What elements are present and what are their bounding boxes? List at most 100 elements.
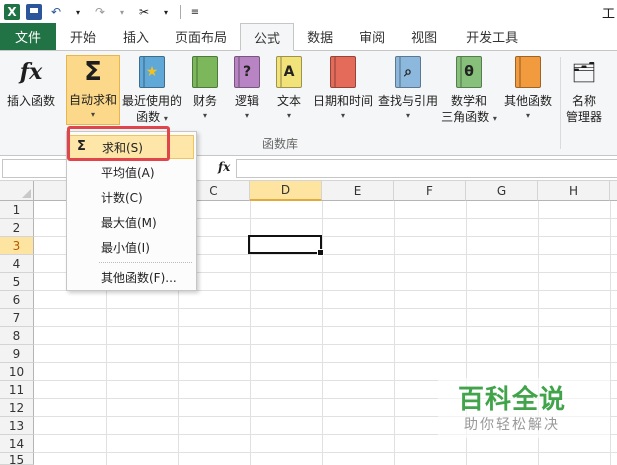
row-header[interactable]: 8 — [0, 327, 34, 345]
text-book-icon: A — [276, 56, 302, 88]
tab-home[interactable]: 开始 — [56, 23, 110, 50]
menu-item-min[interactable]: 最小值(I) — [69, 235, 194, 259]
undo-icon[interactable]: ↶ — [48, 4, 64, 20]
row-header[interactable]: 2 — [0, 219, 34, 237]
tab-insert[interactable]: 插入 — [110, 23, 162, 50]
chevron-down-icon: ▾ — [492, 114, 497, 123]
autosum-button[interactable]: Σ 自动求和 ▾ — [66, 55, 120, 125]
watermark-title: 百科全说 — [458, 385, 567, 415]
menu-divider — [99, 262, 192, 263]
active-cell-d3[interactable] — [248, 235, 324, 256]
lookup-book-icon: ⌕ — [395, 56, 421, 88]
recently-used-label: 最近使用的 — [121, 94, 182, 108]
group-divider — [560, 57, 561, 149]
row-header[interactable]: 7 — [0, 309, 34, 327]
tab-page-layout[interactable]: 页面布局 — [162, 23, 240, 50]
grid-line — [610, 201, 611, 465]
text-label: 文本 — [276, 94, 301, 108]
chevron-down-icon: ▾ — [340, 111, 345, 120]
row-header[interactable]: 1 — [0, 201, 34, 219]
column-header-g[interactable]: G — [466, 181, 538, 201]
financial-label: 财务 — [192, 94, 217, 108]
undo-dropdown-icon[interactable]: ▾ — [70, 4, 86, 20]
more-functions-button[interactable]: 其他函数 ▾ — [501, 55, 555, 123]
math-trig-button[interactable]: θ 数学和 三角函数 ▾ — [441, 55, 497, 126]
row-header[interactable]: 5 — [0, 273, 34, 291]
menu-item-count-label: 计数(C) — [101, 190, 143, 205]
logical-label: 逻辑 — [234, 94, 259, 108]
tab-developer[interactable]: 开发工具 — [450, 23, 534, 50]
financial-button[interactable]: 财务 ▾ — [188, 55, 222, 123]
row-header[interactable]: 6 — [0, 291, 34, 309]
math-label: 数学和 — [450, 94, 487, 108]
insert-function-label: 插入函数 — [6, 94, 55, 108]
recently-used-button[interactable]: ★ 最近使用的 函数 ▾ — [121, 55, 183, 126]
fx-icon[interactable]: fx — [218, 160, 230, 174]
lookup-button[interactable]: ⌕ 查找与引用 ▾ — [376, 55, 440, 123]
fx-icon: fx — [19, 59, 43, 85]
grid-line — [34, 326, 617, 327]
datetime-label: 日期和时间 — [312, 94, 373, 108]
formula-input[interactable] — [236, 159, 617, 178]
chevron-down-icon: ▾ — [525, 111, 530, 120]
highlight-annotation-box — [67, 126, 170, 161]
lookup-label: 查找与引用 — [377, 94, 438, 108]
sigma-icon: Σ — [84, 57, 102, 87]
chevron-down-icon: ▾ — [202, 111, 207, 120]
row-header[interactable]: 11 — [0, 381, 34, 399]
chevron-down-icon: ▾ — [244, 111, 249, 120]
menu-item-more-functions[interactable]: 其他函数(F)... — [69, 265, 194, 289]
function-library-group-label: 函数库 — [262, 137, 299, 151]
column-header-f[interactable]: F — [394, 181, 466, 201]
tab-data[interactable]: 数据 — [294, 23, 346, 50]
name-manager-label: 名称 — [571, 94, 596, 108]
redo-icon[interactable]: ↷ — [92, 4, 108, 20]
logical-book-icon: ? — [234, 56, 260, 88]
column-header-d[interactable]: D — [250, 181, 322, 201]
row-header[interactable]: 4 — [0, 255, 34, 273]
column-header-e[interactable]: E — [322, 181, 394, 201]
grid-line — [394, 201, 395, 465]
excel-logo-icon[interactable]: X — [4, 4, 20, 20]
row-header[interactable]: 15 — [0, 453, 34, 465]
row-header[interactable]: 12 — [0, 399, 34, 417]
grid-line — [34, 344, 617, 345]
grid-line — [34, 308, 617, 309]
math-label-2: 三角函数 ▾ — [441, 110, 497, 124]
watermark: 百科全说 助你轻松解决 — [438, 378, 610, 438]
menu-item-count[interactable]: 计数(C) — [69, 185, 194, 209]
name-manager-button[interactable]: 🗂 名称 管理器 — [564, 55, 604, 125]
text-button[interactable]: A 文本 ▾ — [272, 55, 306, 123]
save-icon[interactable] — [26, 4, 42, 20]
menu-item-max[interactable]: 最大值(M) — [69, 210, 194, 234]
tools-dropdown-icon[interactable]: ▾ — [158, 4, 174, 20]
select-all-corner[interactable] — [0, 181, 34, 201]
star-book-icon: ★ — [139, 56, 165, 88]
recently-used-label-2: 函数 ▾ — [136, 110, 168, 124]
row-header[interactable]: 10 — [0, 363, 34, 381]
column-header-h[interactable]: H — [538, 181, 610, 201]
financial-book-icon — [192, 56, 218, 88]
math-book-icon: θ — [456, 56, 482, 88]
redo-dropdown-icon[interactable]: ▾ — [114, 4, 130, 20]
column-header-i[interactable] — [610, 181, 617, 201]
tab-view[interactable]: 视图 — [398, 23, 450, 50]
tab-review[interactable]: 审阅 — [346, 23, 398, 50]
row-header-selected[interactable]: 3 — [0, 237, 34, 255]
row-header[interactable]: 14 — [0, 435, 34, 453]
name-box[interactable] — [2, 159, 68, 178]
customize-toolbar-icon[interactable]: ≡ — [187, 4, 203, 20]
tab-file[interactable]: 文件 — [0, 23, 56, 50]
row-header[interactable]: 13 — [0, 417, 34, 435]
menu-item-average[interactable]: 平均值(A) — [69, 160, 194, 184]
datetime-button[interactable]: 日期和时间 ▾ — [311, 55, 375, 123]
autosum-label: 自动求和 — [69, 93, 118, 107]
row-header[interactable]: 9 — [0, 345, 34, 363]
logical-button[interactable]: ? 逻辑 ▾ — [230, 55, 264, 123]
ribbon-tabs: 文件 开始 插入 页面布局 公式 数据 审阅 视图 开发工具 — [0, 23, 617, 51]
tab-formulas[interactable]: 公式 — [240, 23, 295, 51]
more-functions-label: 其他函数 — [503, 94, 552, 108]
insert-function-button[interactable]: fx 插入函数 — [4, 55, 58, 109]
tools-icon[interactable]: ✂ — [136, 4, 152, 20]
toolbar-divider — [180, 5, 181, 19]
